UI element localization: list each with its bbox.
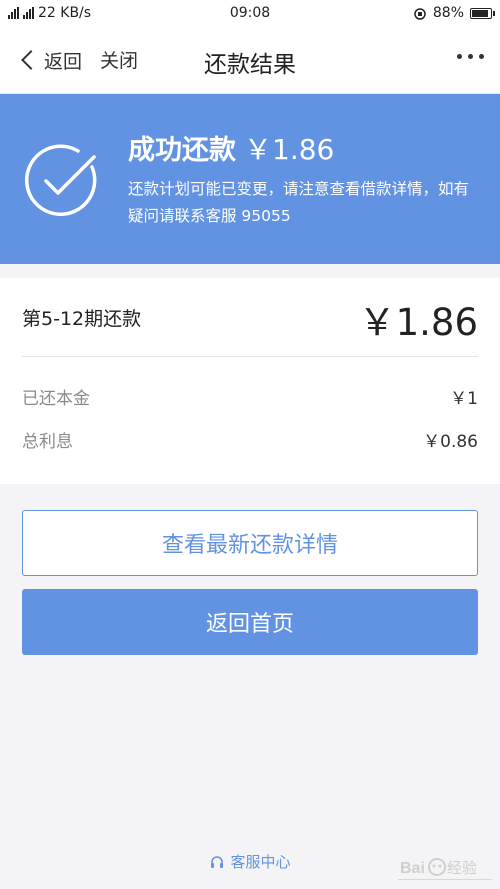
principal-row: 已还本金 ￥1 (22, 383, 478, 409)
battery-icon (470, 7, 495, 19)
success-label: 成功还款 (128, 135, 236, 166)
principal-label: 已还本金 (22, 388, 90, 409)
interest-label: 总利息 (22, 431, 73, 452)
headset-icon (211, 855, 224, 868)
status-bar: 22 KB/s 09:08 88% (0, 0, 500, 26)
success-title: 成功还款 ￥1.86 (128, 128, 334, 168)
divider (22, 356, 478, 357)
home-button[interactable]: 返回首页 (22, 589, 478, 655)
principal-value: ￥1 (450, 388, 478, 409)
view-details-button[interactable]: 查看最新还款详情 (22, 510, 478, 576)
interest-row: 总利息 ￥0.86 (22, 426, 478, 452)
clock: 09:08 (229, 5, 271, 21)
check-circle-icon (24, 144, 97, 217)
customer-service-label: 客服中心 (230, 853, 291, 871)
period-amount: ￥1.86 (358, 301, 478, 344)
success-banner: 成功还款 ￥1.86 还款计划可能已变更，请注意查看借款详情，如有疑问请联系客服… (0, 94, 500, 264)
repayment-details: 第5-12期还款 ￥1.86 已还本金 ￥1 总利息 ￥0.86 (0, 278, 500, 484)
more-icon[interactable] (457, 54, 484, 59)
interest-value: ￥0.86 (423, 431, 478, 452)
nav-bar: 返回 关闭 还款结果 (0, 26, 500, 94)
success-amount: ￥1.86 (244, 133, 335, 166)
period-label: 第5-12期还款 (22, 308, 142, 330)
svg-text:Bai: Bai (400, 860, 425, 877)
baidu-watermark-logo: Bai 经验 (398, 858, 492, 880)
success-description: 还款计划可能已变更，请注意查看借款详情，如有疑问请联系客服 95055 (128, 180, 470, 225)
svg-text:经验: 经验 (447, 859, 477, 877)
page-title: 还款结果 (204, 52, 296, 78)
